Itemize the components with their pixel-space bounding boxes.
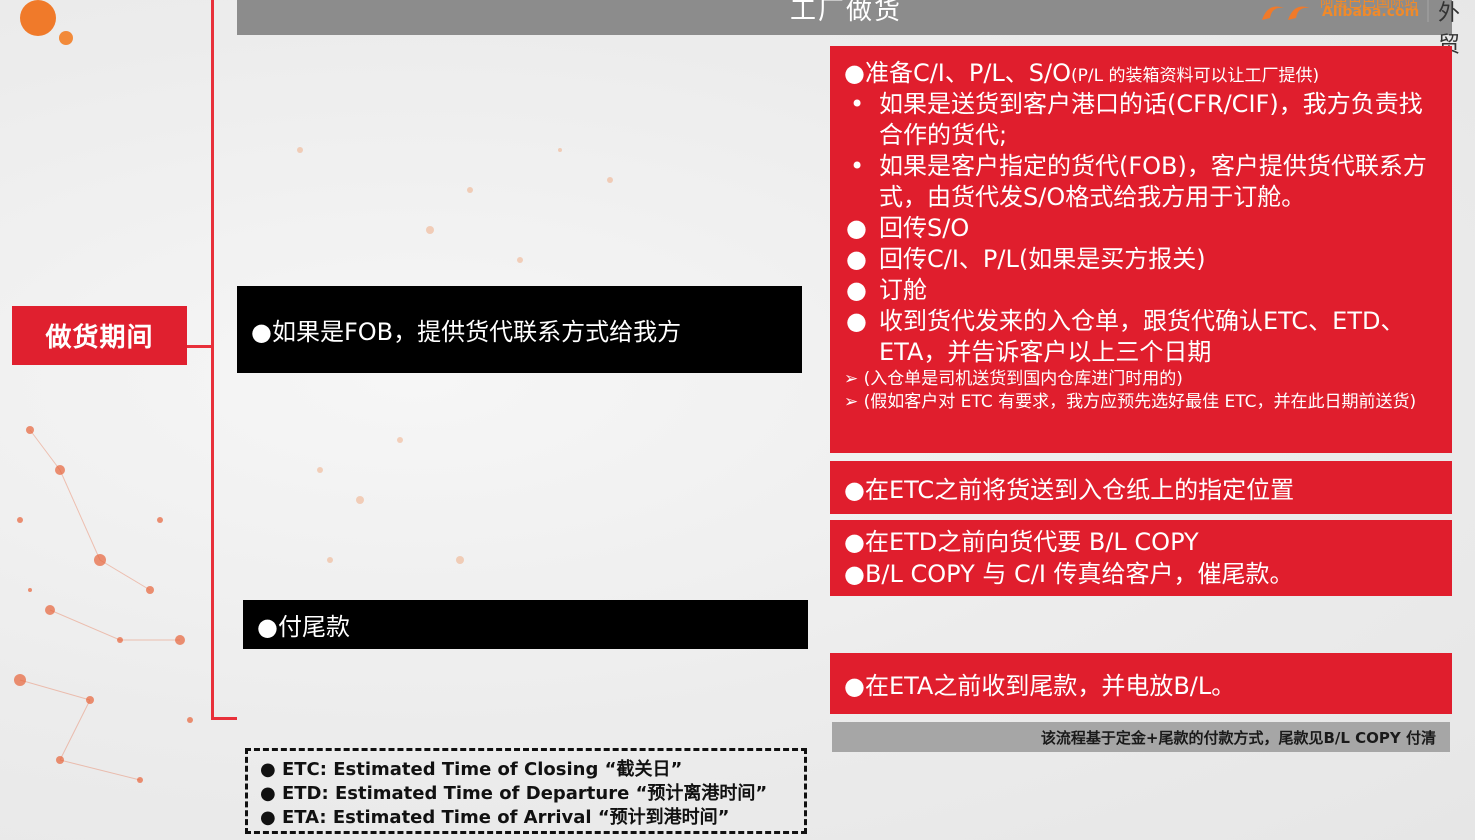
step-item: ● 回传S/O	[846, 214, 970, 242]
orange-orb-large	[20, 0, 56, 36]
main-box-title: ●准备C/I、P/L、S/O(P/L 的装箱资料可以让工厂提供)	[844, 59, 1320, 87]
bl-fax-line: ●B/L COPY 与 C/I 传真给客户，催尾款。	[844, 560, 1294, 588]
step-item: ● 回传C/I、P/L(如果是买方报关)	[846, 245, 1206, 273]
sub-note: ➢ (入仓单是司机送货到国内仓库进门时用的)	[844, 369, 1183, 389]
definition-etc: ● ETC: Estimated Time of Closing “截关日”	[260, 759, 683, 780]
process-note: 该流程基于定金+尾款的付款方式，尾款见B/L COPY 付清	[832, 722, 1450, 752]
etd-bl-copy-box: ●在ETD之前向货代要 B/L COPY ●B/L COPY 与 C/I 传真给…	[830, 520, 1452, 596]
preparation-steps-box: ●准备C/I、P/L、S/O(P/L 的装箱资料可以让工厂提供) • 如果是送货到…	[830, 46, 1452, 453]
eta-payment-box: ●在ETA之前收到尾款，并电放B/L。	[830, 653, 1452, 714]
step-item: ● 订舱	[846, 276, 927, 304]
sub-note: ➢ (假如客户对 ETC 有要求，我方应预先选好最佳 ETC，并在此日期前送货)	[844, 392, 1417, 412]
logo-en-text: Alibaba.com	[1322, 4, 1420, 20]
slide-title: 工厂做货	[790, 0, 903, 26]
alibaba-logo-icon	[1262, 6, 1310, 20]
tree-connector-vertical	[211, 0, 214, 720]
balance-payment-box: ●付尾款	[243, 600, 808, 649]
definitions-box: ● ETC: Estimated Time of Closing “截关日” ●…	[245, 748, 807, 834]
step-item: • 如果是客户指定的货代(FOB)，客户提供货代联系方式，由货代发S/O格式给我方…	[850, 152, 1427, 211]
etd-line: ●在ETD之前向货代要 B/L COPY	[844, 528, 1199, 556]
logo-divider	[1427, 0, 1429, 22]
tree-connector-period	[187, 345, 214, 348]
etc-delivery-box: ●在ETC之前将货送到入仓纸上的指定位置	[830, 461, 1452, 514]
period-label: 做货期间	[12, 306, 187, 365]
step-item: ● 收到货代发来的入仓单，跟货代确认ETC、ETD、ETA，并告诉客户以上三个日期	[846, 307, 1405, 366]
definition-eta: ● ETA: Estimated Time of Arrival “预计到港时间…	[260, 807, 730, 828]
definition-etd: ● ETD: Estimated Time of Departure “预计离港…	[260, 783, 768, 804]
orange-orb-small	[59, 31, 73, 45]
fob-forwarder-box: ●如果是FOB，提供货代联系方式给我方	[237, 286, 802, 373]
step-item: • 如果是送货到客户港口的话(CFR/CIF)，我方负责找合作的货代;	[850, 90, 1423, 149]
tree-connector-horizontal	[211, 717, 237, 720]
